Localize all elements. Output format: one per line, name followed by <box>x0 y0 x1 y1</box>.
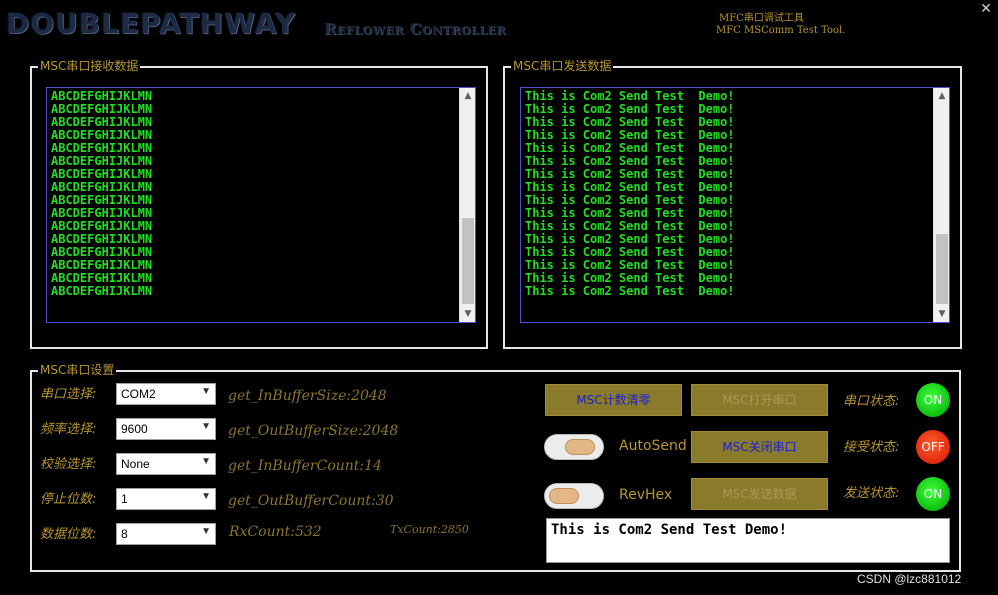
app-info-line1: MFC串口调试工具 <box>719 13 804 24</box>
parity-label: 校验选择: <box>40 457 97 472</box>
parity-select-value: None <box>121 457 150 471</box>
send-textarea[interactable]: This is Com2 Send Test Demo! This is Com2… <box>520 87 950 323</box>
clear-count-button[interactable]: MSC计数清零 <box>545 384 682 416</box>
send-text-content: This is Com2 Send Test Demo! This is Com2… <box>525 90 735 298</box>
stop-bits-select-value: 1 <box>121 492 128 506</box>
toggle-knob <box>565 439 595 455</box>
receive-textarea[interactable]: ABCDEFGHIJKLMN ABCDEFGHIJKLMN ABCDEFGHIJKL… <box>46 87 476 323</box>
watermark: CSDN @lzc881012 <box>857 572 962 586</box>
open-port-button[interactable]: MSC打开串口 <box>691 384 828 416</box>
app-brand-title: DOUBLEPATHWAY <box>6 7 296 40</box>
send-group: MSC串口发送数据 This is Com2 Send Test Demo! Th… <box>503 58 962 349</box>
in-buffer-count: get_InBufferCount:14 <box>228 458 382 474</box>
parity-select[interactable]: None ▼ <box>116 453 216 475</box>
revhex-toggle[interactable] <box>544 483 604 509</box>
receive-group-title: MSC串口接收数据 <box>38 58 141 74</box>
close-port-button[interactable]: MSC关闭串口 <box>691 431 828 463</box>
in-buffer-size: get_InBufferSize:2048 <box>228 388 387 404</box>
port-select-value: COM2 <box>121 387 156 401</box>
port-status-label: 串口状态: <box>843 394 900 409</box>
scroll-up-icon[interactable]: ▲ <box>460 88 475 104</box>
stop-bits-label: 停止位数: <box>40 492 97 507</box>
toggle-knob <box>549 488 579 504</box>
chevron-down-icon: ▼ <box>201 456 211 467</box>
out-buffer-count: get_OutBufferCount:30 <box>228 493 394 509</box>
app-info-line2: MFC MSComm Test Tool. <box>716 25 846 36</box>
rx-count: RxCount:532 <box>229 524 322 540</box>
chevron-down-icon: ▼ <box>201 491 211 502</box>
send-input[interactable]: This is Com2 Send Test Demo! <box>546 518 950 563</box>
recv-status-led: OFF <box>916 430 950 464</box>
stop-bits-select[interactable]: 1 ▼ <box>116 488 216 510</box>
receive-scrollbar[interactable]: ▲ ▼ <box>459 88 475 322</box>
send-data-button[interactable]: MSC发送数据 <box>691 478 828 510</box>
send-status-label: 发送状态: <box>843 486 900 501</box>
send-scrollbar[interactable]: ▲ ▼ <box>933 88 949 322</box>
port-select[interactable]: COM2 ▼ <box>116 383 216 405</box>
send-status-led: ON <box>916 477 950 511</box>
scroll-down-icon[interactable]: ▼ <box>460 306 475 322</box>
close-button[interactable]: ✕ <box>974 0 998 20</box>
send-group-title: MSC串口发送数据 <box>511 58 614 74</box>
chevron-down-icon: ▼ <box>201 386 211 397</box>
chevron-down-icon: ▼ <box>201 526 211 537</box>
scroll-down-icon[interactable]: ▼ <box>934 306 949 322</box>
receive-text-content: ABCDEFGHIJKLMN ABCDEFGHIJKLMN ABCDEFGHIJKL… <box>51 90 152 298</box>
port-label: 串口选择: <box>40 387 97 402</box>
chevron-down-icon: ▼ <box>201 421 211 432</box>
tx-count: TxCount:2850 <box>390 523 469 536</box>
recv-status-label: 接受状态: <box>843 440 900 455</box>
baud-label: 频率选择: <box>40 422 97 437</box>
data-bits-label: 数据位数: <box>40 527 97 542</box>
receive-line: ABCDEFGHIJKLMN <box>51 284 153 298</box>
send-line: This is Com2 Send Test Demo! <box>525 284 735 298</box>
data-bits-select[interactable]: 8 ▼ <box>116 523 216 545</box>
send-scroll-thumb[interactable] <box>936 234 948 304</box>
receive-group: MSC串口接收数据 ABCDEFGHIJKLMN ABCDEFGHIJKLMN AB… <box>30 58 488 349</box>
baud-select[interactable]: 9600 ▼ <box>116 418 216 440</box>
data-bits-select-value: 8 <box>121 527 128 541</box>
scroll-up-icon[interactable]: ▲ <box>934 88 949 104</box>
settings-group-title: MSC串口设置 <box>38 362 117 378</box>
autosend-toggle[interactable] <box>544 434 604 460</box>
app-info: MFC串口调试工具 MFC MSComm Test Tool. <box>716 13 845 37</box>
baud-select-value: 9600 <box>121 422 148 436</box>
out-buffer-size: get_OutBufferSize:2048 <box>228 423 399 439</box>
autosend-label: AutoSend <box>619 438 687 454</box>
app-subtitle: Reflower Controller <box>324 20 507 38</box>
revhex-label: RevHex <box>619 487 673 503</box>
port-status-led: ON <box>916 383 950 417</box>
receive-scroll-thumb[interactable] <box>462 218 474 304</box>
